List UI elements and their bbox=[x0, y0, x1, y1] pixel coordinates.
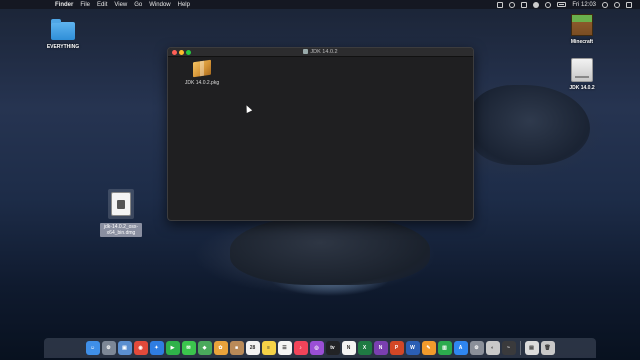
news-icon[interactable]: N bbox=[341, 341, 356, 355]
onenote-icon[interactable]: N bbox=[373, 341, 388, 355]
display-icon[interactable] bbox=[521, 1, 528, 8]
dmg-label: jdk-14.0.2_osx- x64_bin.dmg bbox=[100, 223, 142, 237]
chrome-icon[interactable]: ◉ bbox=[133, 341, 148, 355]
disk-utility-icon[interactable]: ◐ bbox=[485, 341, 500, 355]
folder-icon bbox=[51, 19, 75, 40]
wallpaper-headland bbox=[470, 85, 590, 165]
menu-help[interactable]: Help bbox=[178, 2, 190, 8]
drive-icon bbox=[571, 58, 593, 82]
maps-icon[interactable]: ◆ bbox=[197, 341, 212, 355]
finder-icon[interactable]: ☺ bbox=[85, 341, 100, 355]
menu-finder[interactable]: Finder bbox=[55, 2, 73, 8]
dmg-icon bbox=[111, 192, 131, 216]
menu-window[interactable]: Window bbox=[149, 2, 170, 8]
notes-icon[interactable]: ≡ bbox=[261, 341, 276, 355]
app-store-icon[interactable]: A bbox=[453, 341, 468, 355]
downloads-stack-icon[interactable]: ▤ bbox=[524, 341, 539, 355]
dock: ☺ ⚙ ▣ ◉ ✦ ▶ ✉ ◆ ✿ ■ 28 ≡ ☰ ♪ ◎ tv N X N P W ✎ ▥ A ⚙ ◐ ~ ▤ 🗑 bbox=[44, 338, 596, 358]
minecraft-icon bbox=[571, 14, 593, 36]
menu-bar: Finder File Edit View Go Window Help Fri… bbox=[0, 0, 640, 9]
wifi-icon[interactable] bbox=[545, 1, 552, 8]
tv-icon[interactable]: tv bbox=[325, 341, 340, 355]
menu-view[interactable]: View bbox=[114, 2, 127, 8]
launchpad-icon[interactable]: ⚙ bbox=[101, 341, 116, 355]
excel-icon[interactable]: X bbox=[357, 341, 372, 355]
jdk-drive-label: JDK 14.0.2 bbox=[569, 85, 595, 91]
menu-edit[interactable]: Edit bbox=[97, 2, 107, 8]
numbers-icon[interactable]: ▥ bbox=[437, 341, 452, 355]
package-icon bbox=[193, 59, 211, 78]
menubar-clock[interactable]: Fri 12:03 bbox=[572, 2, 596, 8]
minecraft-app[interactable]: Minecraft bbox=[563, 14, 601, 45]
minecraft-label: Minecraft bbox=[570, 39, 594, 45]
wallpaper-island bbox=[230, 215, 430, 285]
dmg-selection-frame bbox=[108, 189, 134, 219]
finder-window: JDK 14.0.2 JDK 14.0.2.pkg bbox=[167, 47, 474, 221]
screen-record-icon[interactable] bbox=[497, 1, 504, 8]
menu-file[interactable]: File bbox=[80, 2, 90, 8]
jdk-dmg-file[interactable]: jdk-14.0.2_osx- x64_bin.dmg bbox=[100, 189, 142, 237]
calendar-icon[interactable]: 28 bbox=[245, 341, 260, 355]
trash-icon[interactable]: 🗑 bbox=[540, 341, 555, 355]
activity-monitor-icon[interactable]: ~ bbox=[501, 341, 516, 355]
facetime-icon[interactable]: ▶ bbox=[165, 341, 180, 355]
reminders-icon[interactable]: ☰ bbox=[277, 341, 292, 355]
jdk-drive[interactable]: JDK 14.0.2 bbox=[563, 58, 601, 91]
everything-folder-label: EVERYTHING bbox=[46, 44, 80, 50]
bluetooth-icon[interactable] bbox=[533, 1, 540, 8]
system-preferences-icon[interactable]: ⚙ bbox=[469, 341, 484, 355]
notification-center-icon[interactable] bbox=[626, 1, 632, 8]
safari-icon[interactable]: ✦ bbox=[149, 341, 164, 355]
powerpoint-icon[interactable]: P bbox=[389, 341, 404, 355]
status-area: Fri 12:03 bbox=[497, 0, 632, 9]
window-titlebar[interactable]: JDK 14.0.2 bbox=[168, 48, 473, 57]
podcasts-icon[interactable]: ◎ bbox=[309, 341, 324, 355]
photos-icon[interactable]: ✿ bbox=[213, 341, 228, 355]
menu-go[interactable]: Go bbox=[134, 2, 142, 8]
pkg-file-item[interactable]: JDK 14.0.2.pkg bbox=[182, 59, 222, 86]
everything-folder[interactable]: EVERYTHING bbox=[40, 19, 86, 50]
preview-icon[interactable]: ▣ bbox=[117, 341, 132, 355]
messages-icon[interactable]: ✉ bbox=[181, 341, 196, 355]
music-icon[interactable]: ♪ bbox=[293, 341, 308, 355]
dmg-label-line2: x64_bin.dmg bbox=[106, 230, 136, 236]
user-icon[interactable] bbox=[614, 1, 620, 8]
time-machine-icon[interactable] bbox=[509, 1, 516, 8]
spotlight-icon[interactable] bbox=[602, 1, 608, 8]
contacts-icon[interactable]: ■ bbox=[229, 341, 244, 355]
window-title: JDK 14.0.2 bbox=[168, 48, 473, 57]
window-title-text: JDK 14.0.2 bbox=[310, 49, 338, 55]
pages-icon[interactable]: ✎ bbox=[421, 341, 436, 355]
volume-icon bbox=[303, 49, 309, 54]
dock-separator bbox=[519, 341, 521, 355]
pkg-file-label: JDK 14.0.2.pkg bbox=[184, 80, 220, 86]
word-icon[interactable]: W bbox=[405, 341, 420, 355]
battery-icon[interactable] bbox=[557, 2, 567, 7]
